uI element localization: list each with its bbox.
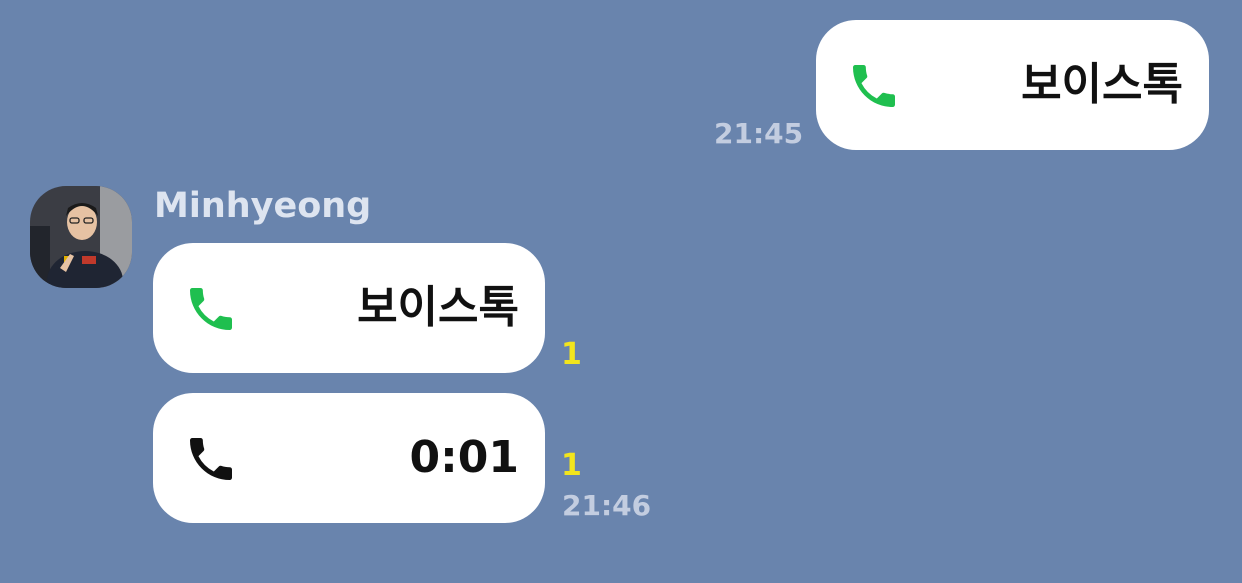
call-duration: 0:01 — [409, 432, 519, 483]
incoming-voice-call-bubble[interactable]: 보이스톡 — [153, 243, 545, 373]
message-timestamp: 21:46 — [562, 489, 652, 522]
outgoing-voice-call-bubble[interactable]: 보이스톡 — [816, 20, 1209, 150]
unread-count: 1 — [561, 448, 582, 483]
avatar-photo — [30, 186, 132, 288]
phone-icon — [190, 288, 232, 330]
sender-name: Minhyeong — [154, 186, 372, 226]
phone-icon — [853, 65, 895, 107]
avatar[interactable] — [30, 186, 132, 288]
message-timestamp: 21:45 — [714, 117, 804, 150]
call-label: 보이스톡 — [357, 282, 519, 333]
phone-ended-icon — [190, 438, 232, 480]
unread-count: 1 — [561, 337, 582, 372]
call-label: 보이스톡 — [1021, 59, 1183, 110]
call-duration-bubble[interactable]: 0:01 — [153, 393, 545, 523]
